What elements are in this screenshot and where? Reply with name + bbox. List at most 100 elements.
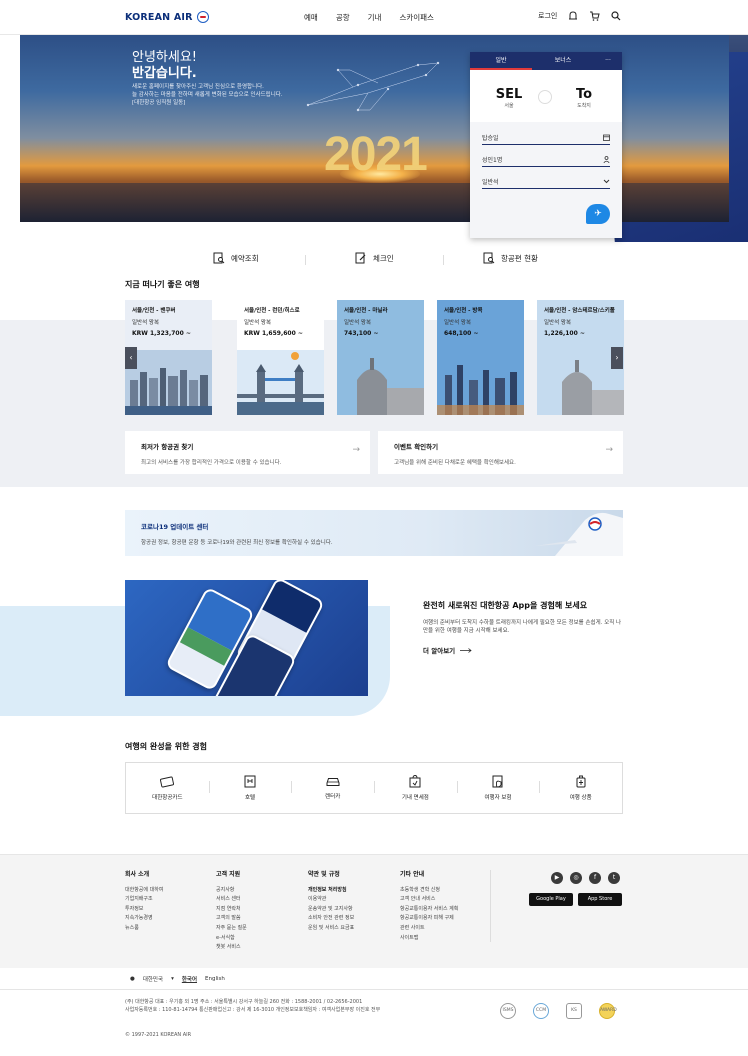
footer-link[interactable]: 운임 및 서비스 요금표: [308, 924, 354, 934]
hero-banner: 2021: [20, 35, 729, 222]
app-section-desc: 여행의 준비부터 도착지 수하물 트래킹까지 나에게 필요한 모든 정보를 손쉽…: [423, 620, 622, 634]
globe-icon: ●: [130, 976, 135, 982]
destination-card[interactable]: 서울/인천 - 런던/히스로 일반석 왕복 KRW 1,659,600 ~: [237, 300, 324, 415]
date-field[interactable]: 탑승일: [482, 130, 610, 145]
hero-message: 새로운 홈페이지를 찾아주신 고객님 진심으로 환영합니다. 늘 감사하는 마음…: [132, 83, 322, 107]
covid-update-banner[interactable]: 코로나19 업데이트 센터 항공권 정보, 항공편 운항 등 코로나19와 관련…: [125, 510, 623, 556]
destination-price: 743,100 ~: [344, 330, 379, 337]
arrival-name: 도착지: [577, 103, 591, 109]
chevron-down-icon: ▾: [171, 976, 174, 982]
class-select[interactable]: 일반석: [482, 174, 610, 189]
passenger-field[interactable]: 성인1명: [482, 152, 610, 167]
carousel-prev-button[interactable]: ‹: [125, 347, 137, 369]
events-card[interactable]: 이벤트 확인하기 고객님을 위해 준비된 다채로운 혜택을 확인해보세요. →: [378, 431, 623, 474]
experience-label: 렌터카: [325, 794, 341, 800]
destinations-title: 지금 떠나기 좋은 여행: [125, 280, 200, 289]
quick-link-label: 항공편 현황: [501, 253, 538, 263]
tab-more[interactable]: ···: [594, 52, 622, 70]
country-select[interactable]: 대한민국: [143, 975, 163, 983]
departure-code: SEL: [495, 87, 523, 102]
footer-link[interactable]: 대한항공에 대하여: [125, 886, 163, 896]
instagram-icon[interactable]: ◎: [570, 872, 582, 884]
departure-selector[interactable]: SEL 서울: [494, 87, 524, 109]
footer-link[interactable]: 개인정보 처리방침: [308, 886, 354, 896]
hero-greeting-bold: 반갑습니다.: [132, 66, 197, 81]
footer-link[interactable]: 투자정보: [125, 905, 163, 915]
footer-link[interactable]: 지속가능경영: [125, 914, 163, 924]
destination-info: 서울/인천 - 런던/히스로 일반석 왕복 KRW 1,659,600 ~: [237, 300, 324, 350]
footer-link[interactable]: 자주 묻는 질문: [216, 924, 247, 934]
footer-link[interactable]: 이용약관: [308, 895, 354, 905]
experience-hotel-item[interactable]: 호텔: [208, 763, 292, 813]
quick-link-flight-status[interactable]: 항공편 현황: [483, 252, 538, 264]
arrival-selector[interactable]: To 도착지: [569, 87, 599, 109]
london-tower-bridge-image: [237, 350, 324, 415]
experience-card-item[interactable]: 대한항공카드: [126, 763, 209, 813]
nav-item-booking[interactable]: 예매: [304, 12, 318, 23]
airplane-icon: ✈: [594, 209, 602, 219]
info-card-desc: 최고의 서비스를 가장 합리적인 가격으로 이용할 수 있습니다.: [141, 460, 282, 466]
footer-link[interactable]: 항공교통이용자 서비스 계획: [400, 905, 458, 915]
nav-item-skypass[interactable]: 스카이패스: [399, 12, 434, 23]
footer-link[interactable]: 고객의 말씀: [216, 914, 247, 924]
quick-link-reservation[interactable]: 예약조회: [213, 252, 259, 264]
footer-link[interactable]: 공지사항: [216, 886, 247, 896]
footer-link[interactable]: 챗봇 서비스: [216, 943, 247, 953]
footer-link[interactable]: 항공교통이용자 피해 구제: [400, 914, 458, 924]
google-play-button[interactable]: Google Play: [529, 893, 573, 906]
app-learn-more-link[interactable]: 더 알아보기: [423, 645, 472, 655]
destination-class: 일반석 왕복: [544, 320, 572, 326]
footer-link[interactable]: 초등학생 견학 신청: [400, 886, 458, 896]
carousel-next-button[interactable]: ›: [611, 347, 623, 369]
footer-link[interactable]: 소비자 안전 관련 정보: [308, 914, 354, 924]
search-flights-button[interactable]: ✈: [586, 204, 610, 224]
arrow-right-icon: →: [352, 445, 360, 455]
footer-link[interactable]: 관련 사이트: [400, 924, 458, 934]
korean-air-logo[interactable]: KOREAN AIR: [125, 11, 209, 23]
nav-item-airport[interactable]: 공항: [336, 12, 350, 23]
tab-bonus[interactable]: 보너스: [532, 52, 594, 70]
notification-icon[interactable]: [568, 11, 578, 21]
language-korean[interactable]: 한국어: [182, 975, 197, 983]
twitter-icon[interactable]: t: [608, 872, 620, 884]
quick-link-checkin[interactable]: 체크인: [355, 252, 394, 264]
logo-text: KOREAN AIR: [125, 11, 193, 23]
language-english[interactable]: English: [205, 976, 225, 982]
footer-link[interactable]: 사이트맵: [400, 934, 458, 944]
footer-link[interactable]: 운송약관 및 고지사항: [308, 905, 354, 915]
cert-label: ISMS: [502, 1008, 514, 1013]
destination-card[interactable]: 서울/인천 - 방콕 일반석 왕복 648,100 ~: [437, 300, 524, 415]
destination-card[interactable]: 서울/인천 - 밴쿠버 일반석 왕복 KRW 1,323,700 ~: [125, 300, 212, 415]
footer-link[interactable]: 뉴스룸: [125, 924, 163, 934]
cert-label: AWARD: [600, 1008, 617, 1013]
footer-link[interactable]: e-서식함: [216, 934, 247, 944]
experience-insurance-item[interactable]: 여행자 보험: [456, 763, 540, 813]
footer-link[interactable]: 서비스 센터: [216, 895, 247, 905]
vancouver-skyline-image: [125, 350, 212, 415]
tab-regular[interactable]: 일반: [470, 52, 532, 70]
facebook-icon[interactable]: f: [589, 872, 601, 884]
search-icon[interactable]: [611, 11, 621, 21]
nav-item-inflight[interactable]: 기내: [368, 12, 382, 23]
lowest-fare-card[interactable]: 최저가 항공권 찾기 최고의 서비스를 가장 합리적인 가격으로 이용할 수 있…: [125, 431, 370, 474]
app-store-button[interactable]: App Store: [578, 893, 622, 906]
experience-label: 여행자 보험: [484, 795, 512, 801]
experience-tour-item[interactable]: 여행 상품: [539, 763, 622, 813]
youtube-icon[interactable]: ▶: [551, 872, 563, 884]
hotel-icon: [244, 775, 256, 788]
experience-rentacar-item[interactable]: 렌터카: [291, 763, 374, 813]
footer-link[interactable]: 지점 연락처: [216, 905, 247, 915]
experience-dutyfree-item[interactable]: 기내 면세점: [374, 763, 457, 813]
swap-route-icon[interactable]: [538, 90, 552, 104]
corp-info-line: (주) 대한항공 대표 : 우기홍 외 1명 주소 : 서울특별시 강서구 하늘…: [125, 999, 363, 1005]
login-link[interactable]: 로그인: [538, 11, 557, 21]
cart-icon[interactable]: [589, 11, 600, 21]
footer-link[interactable]: 고객 안내 서비스: [400, 895, 458, 905]
corporate-info: (주) 대한항공 대표 : 우기홍 외 1명 주소 : 서울특별시 강서구 하늘…: [125, 998, 485, 1014]
destination-card[interactable]: 서울/인천 - 마닐라 일반석 왕복 743,100 ~: [337, 300, 424, 415]
destination-price: 648,100 ~: [444, 330, 479, 337]
booking-tabs: 일반 보너스 ···: [470, 52, 622, 70]
cert-badge-award: AWARD: [599, 1003, 617, 1019]
destination-class: 일반석 왕복: [444, 320, 472, 326]
footer-link[interactable]: 기업지배구조: [125, 895, 163, 905]
